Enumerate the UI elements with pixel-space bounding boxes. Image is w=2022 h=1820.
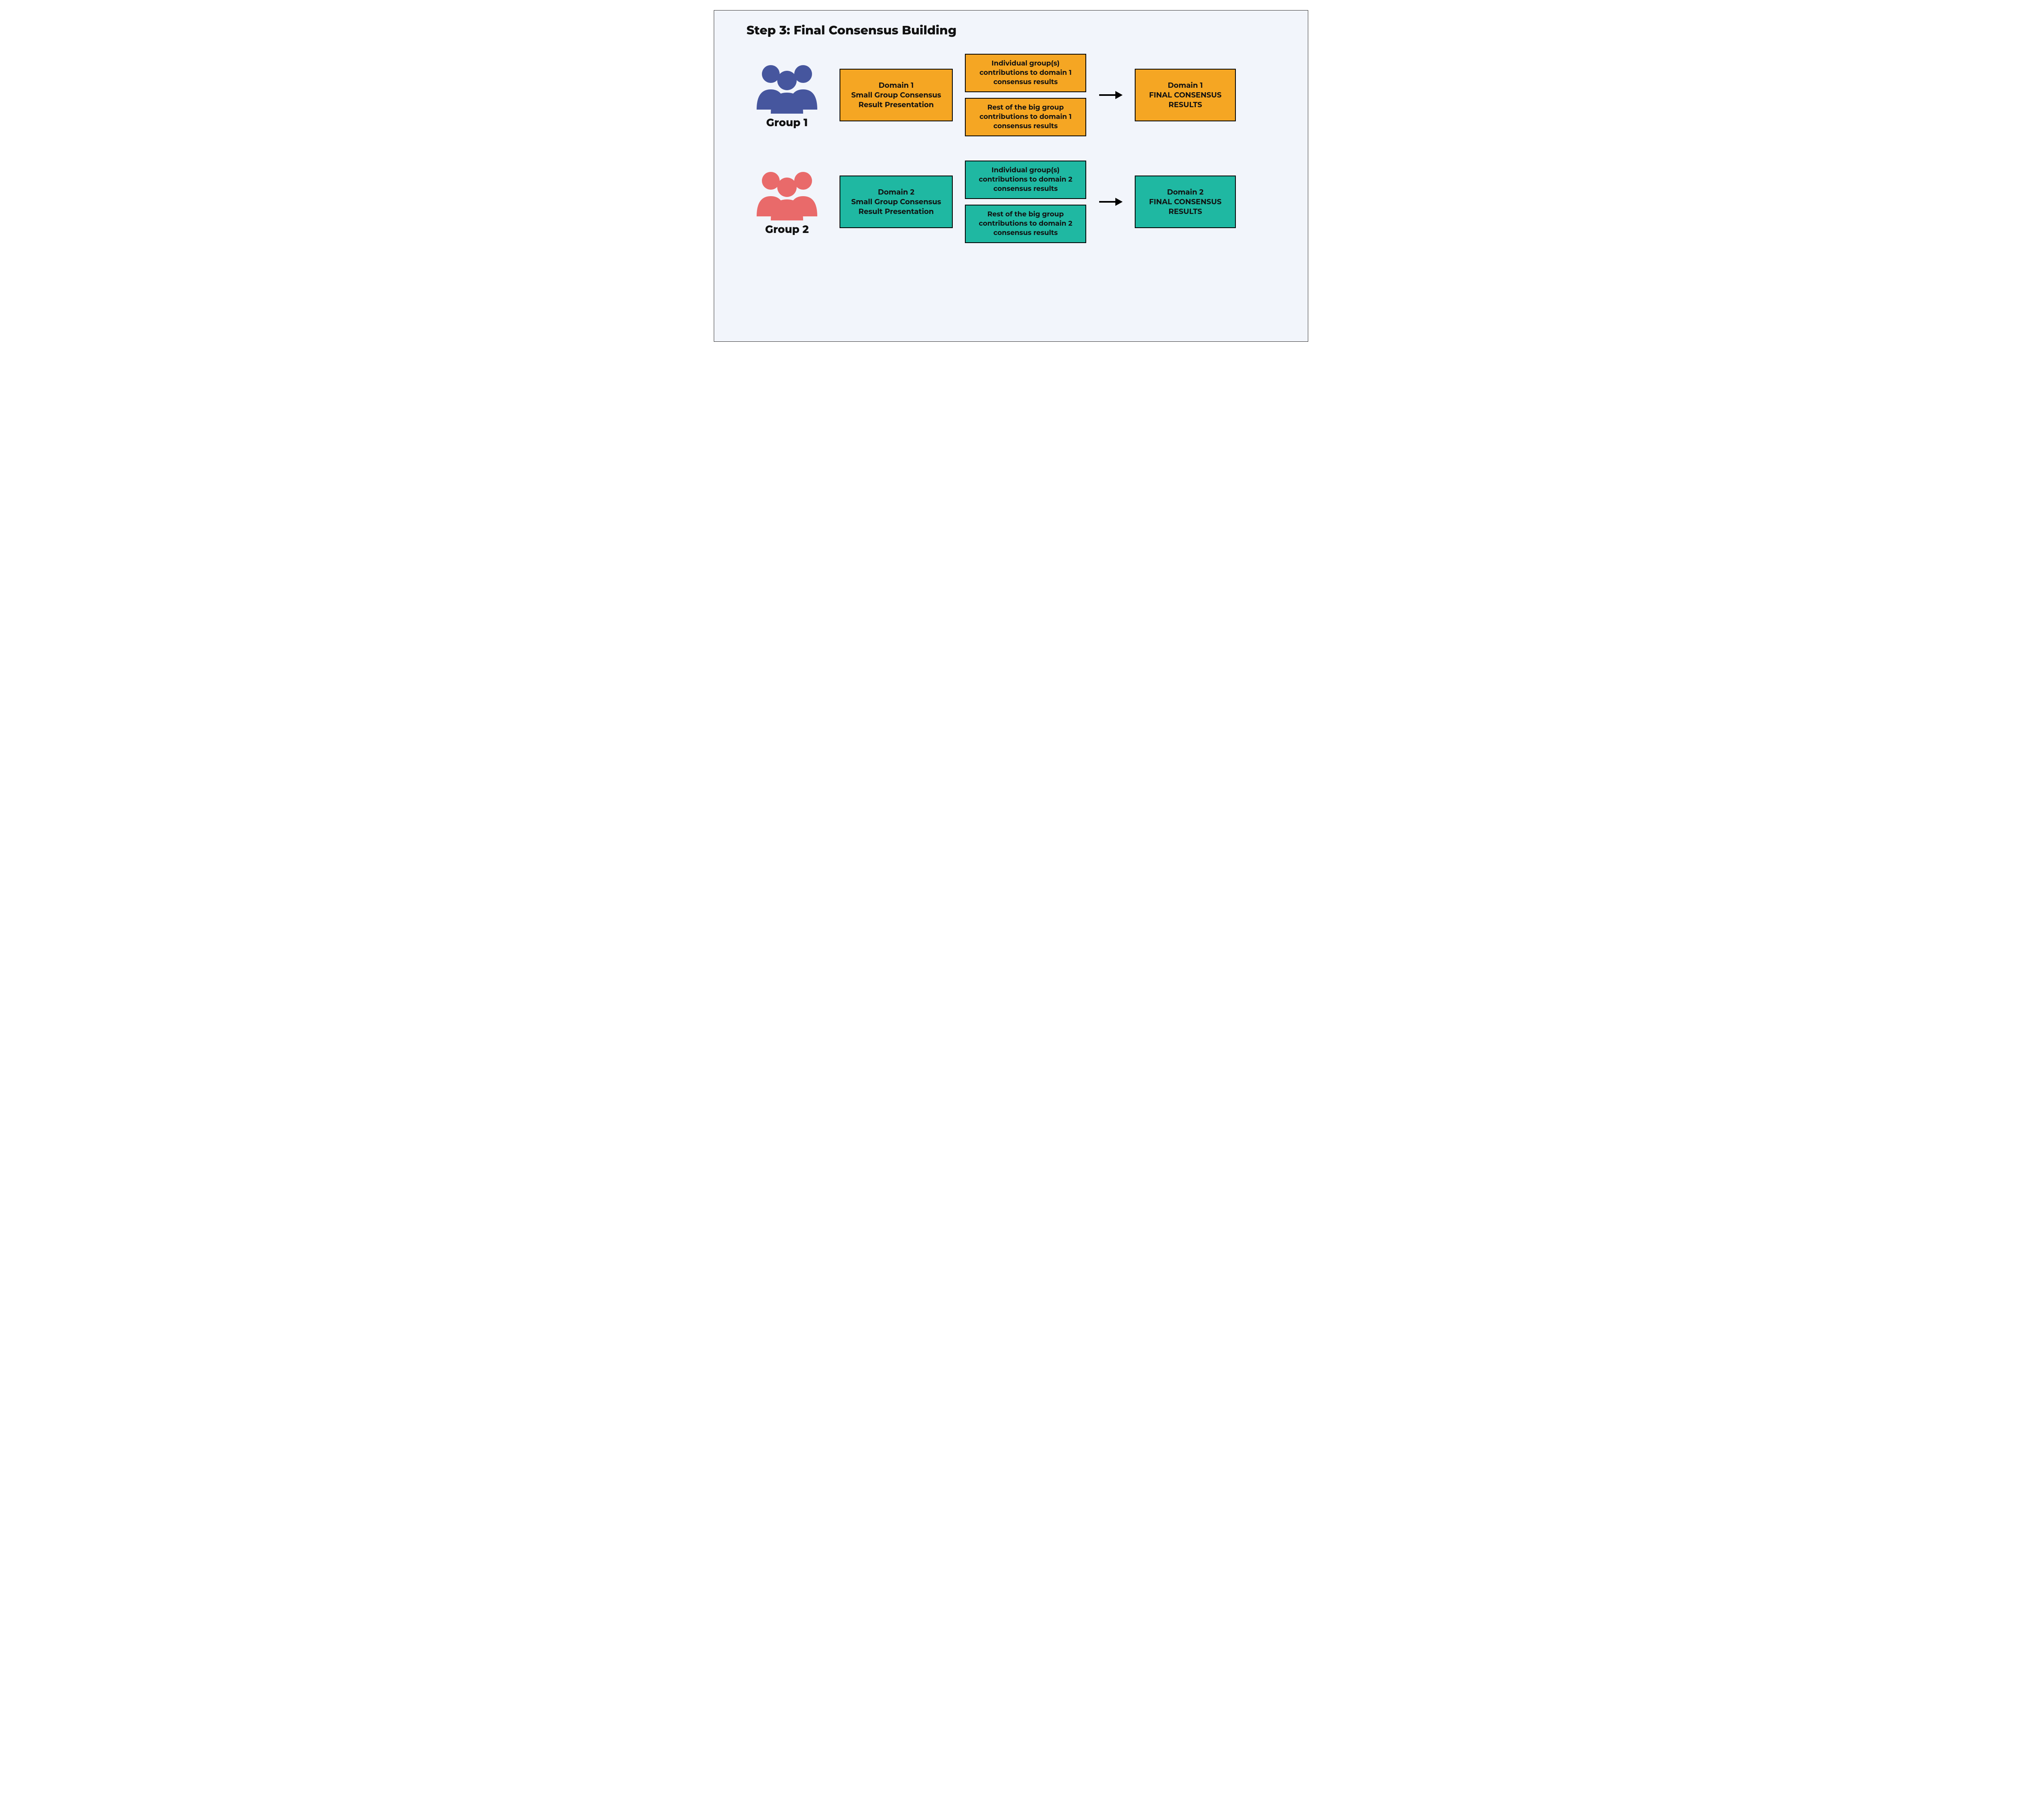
diagram-frame: Step 3: Final Consensus Building Group 1… [714, 10, 1308, 342]
domain1-individual-contrib-box: Individual group(s)contributions to doma… [965, 54, 1086, 92]
domain1-main-box: Domain 1Small Group ConsensusResult Pres… [840, 69, 953, 121]
domain2-rest-contrib-box: Rest of the big groupcontributions to do… [965, 205, 1086, 243]
domain1-contributions-stack: Individual group(s)contributions to doma… [965, 54, 1086, 136]
people-group-icon [753, 168, 821, 220]
domain1-final-box: Domain 1FINAL CONSENSUSRESULTS [1135, 69, 1236, 121]
group-row-1: Group 1 Domain 1Small Group ConsensusRes… [747, 54, 1284, 136]
people-group-icon [753, 61, 821, 114]
diagram-title: Step 3: Final Consensus Building [747, 23, 1284, 38]
domain1-rest-contrib-box: Rest of the big groupcontributions to do… [965, 98, 1086, 136]
domain2-individual-contrib-box: Individual group(s)contributions to doma… [965, 161, 1086, 199]
domain2-final-box: Domain 2FINAL CONSENSUSRESULTS [1135, 176, 1236, 228]
group2-label: Group 2 [765, 223, 809, 236]
group1-column: Group 1 [747, 61, 827, 129]
arrow-icon [1098, 196, 1123, 208]
group1-label: Group 1 [766, 116, 808, 129]
domain2-main-box: Domain 2Small Group ConsensusResult Pres… [840, 176, 953, 228]
group-row-2: Group 2 Domain 2Small Group ConsensusRes… [747, 161, 1284, 243]
group2-column: Group 2 [747, 168, 827, 236]
domain2-contributions-stack: Individual group(s)contributions to doma… [965, 161, 1086, 243]
arrow-icon [1098, 89, 1123, 101]
